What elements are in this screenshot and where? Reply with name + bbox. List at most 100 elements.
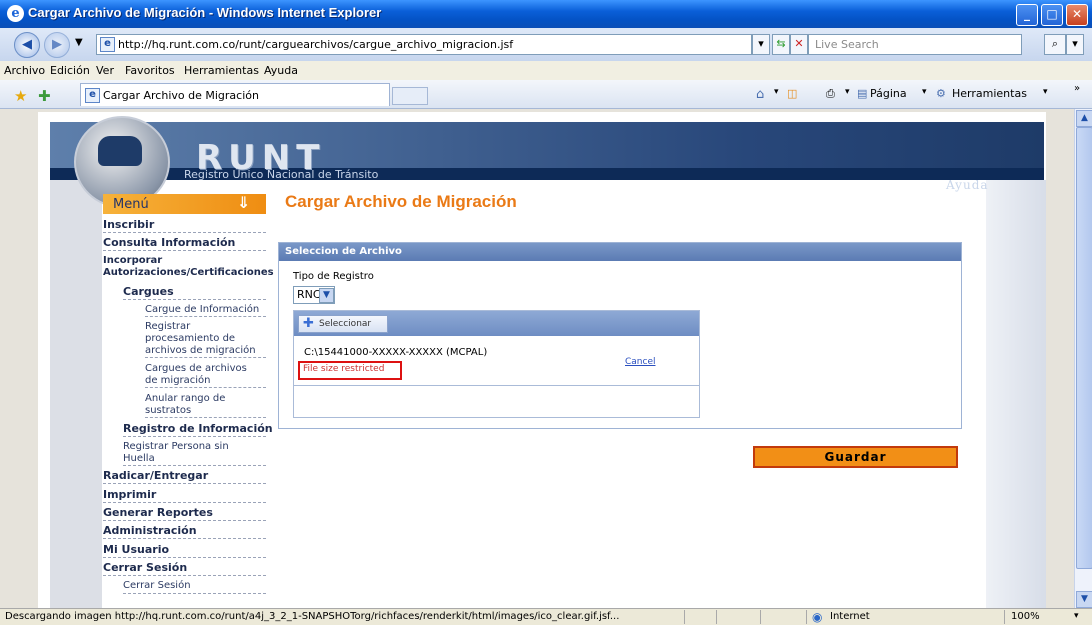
address-url[interactable]: http://hq.runt.com.co/runt/carguearchivo…: [118, 38, 513, 51]
sidebar-item-cerrar-sesion[interactable]: Cerrar Sesión: [103, 561, 187, 574]
sidebar-item-cargues-archivos-l1[interactable]: Cargues de archivos: [145, 363, 247, 374]
page-dropdown-icon[interactable]: ▾: [922, 87, 927, 97]
file-uploader: ✚ Seleccionar C:\15441000-XXXXX-XXXXX (M…: [293, 310, 700, 418]
plus-icon: ✚: [303, 316, 314, 331]
site-subtitle: Registro Único Nacional de Tránsito: [184, 168, 379, 181]
history-dropdown-icon[interactable]: ▼: [75, 37, 83, 48]
divider: [103, 557, 266, 558]
chevron-down-icon[interactable]: ▼: [319, 288, 334, 303]
tab-bar: ★ ✚ e Cargar Archivo de Migración ⌂ ▾ ◫ …: [0, 80, 1092, 109]
left-gutter: [50, 180, 102, 608]
add-favorites-icon[interactable]: ✚: [38, 87, 51, 105]
sidebar-item-mi-usuario[interactable]: Mi Usuario: [103, 543, 169, 556]
menu-archivo[interactable]: Archivo: [4, 64, 45, 77]
sidebar-item-registrar-l1[interactable]: Registrar: [145, 321, 190, 332]
menu-favoritos[interactable]: Favoritos: [125, 64, 175, 77]
vertical-scrollbar[interactable]: ▲ ▼: [1074, 109, 1092, 608]
search-options-button[interactable]: ▾: [1066, 34, 1084, 55]
scroll-up-icon[interactable]: ▲: [1076, 110, 1092, 127]
sidebar-item-radicar[interactable]: Radicar/Entregar: [103, 469, 208, 482]
select-file-button[interactable]: ✚ Seleccionar: [298, 315, 388, 333]
address-bar[interactable]: e http://hq.runt.com.co/runt/carguearchi…: [96, 34, 752, 55]
page-title: Cargar Archivo de Migración: [285, 192, 517, 211]
sidebar-item-registrar-persona-l1[interactable]: Registrar Persona sin: [123, 441, 229, 452]
home-icon[interactable]: ⌂: [756, 87, 764, 102]
close-button[interactable]: ✕: [1066, 4, 1088, 26]
tools-menu[interactable]: Herramientas: [952, 87, 1027, 100]
tipo-registro-value: RNC: [297, 288, 321, 301]
sidebar-item-incorporar[interactable]: Incorporar: [103, 255, 162, 266]
menu-bar: Archivo Edición Ver Favoritos Herramient…: [0, 61, 1092, 81]
sidebar-item-cerrar-sesion-sub[interactable]: Cerrar Sesión: [123, 580, 191, 591]
menu-header: Menú ⇓: [103, 193, 266, 214]
favorites-star-icon[interactable]: ★: [14, 87, 27, 105]
uploader-toolbar: ✚ Seleccionar: [294, 311, 699, 336]
sidebar-item-anular-l2[interactable]: sustratos: [145, 405, 191, 416]
maximize-button[interactable]: □: [1041, 4, 1063, 26]
home-dropdown-icon[interactable]: ▾: [774, 87, 779, 97]
zoom-dropdown-icon[interactable]: ▾: [1074, 611, 1079, 621]
print-dropdown-icon[interactable]: ▾: [845, 87, 850, 97]
refresh-button[interactable]: ⇆: [772, 34, 790, 55]
sidebar-item-cargue-informacion[interactable]: Cargue de Información: [145, 304, 259, 315]
divider: [103, 575, 266, 576]
sidebar-item-registro-informacion[interactable]: Registro de Información: [123, 422, 273, 435]
panel-header: Seleccion de Archivo: [279, 243, 961, 261]
address-dropdown-button[interactable]: ▾: [752, 34, 770, 55]
minimize-button[interactable]: _: [1016, 4, 1038, 26]
tools-dropdown-icon[interactable]: ▾: [1043, 87, 1048, 97]
cancel-link[interactable]: Cancel: [625, 357, 656, 367]
save-button[interactable]: Guardar: [753, 446, 958, 468]
page-menu-icon: ▤: [857, 87, 868, 100]
tab-active[interactable]: e Cargar Archivo de Migración: [80, 83, 390, 106]
divider: [145, 357, 266, 358]
tipo-registro-label: Tipo de Registro: [293, 271, 374, 282]
chevron-overflow-icon[interactable]: »: [1074, 83, 1080, 94]
divider: [145, 387, 266, 388]
tipo-registro-select[interactable]: RNC ▼: [293, 286, 335, 304]
menu-ver[interactable]: Ver: [96, 64, 114, 77]
sidebar-item-administracion[interactable]: Administración: [103, 524, 197, 537]
select-file-label: Seleccionar: [319, 319, 372, 329]
page-menu[interactable]: Página: [870, 87, 907, 100]
divider: [103, 232, 266, 233]
sidebar-item-registrar-l3[interactable]: archivos de migración: [145, 345, 256, 356]
tab-title: Cargar Archivo de Migración: [103, 89, 259, 102]
sidebar-item-cargues[interactable]: Cargues: [123, 285, 174, 298]
uploader-divider: [294, 385, 699, 386]
zoom-level[interactable]: 100%: [1011, 611, 1040, 622]
scroll-down-icon[interactable]: ▼: [1076, 591, 1092, 608]
help-link[interactable]: Ayuda: [946, 178, 989, 192]
search-input[interactable]: Live Search: [808, 34, 1022, 55]
sidebar-item-inscribir[interactable]: Inscribir: [103, 218, 154, 231]
menu-edicion[interactable]: Edición: [50, 64, 90, 77]
sidebar-item-consulta[interactable]: Consulta Información: [103, 236, 235, 249]
file-name: C:\15441000-XXXXX-XXXXX (MCPAL): [304, 347, 488, 358]
status-separator: [760, 610, 761, 624]
feeds-icon[interactable]: ◫: [787, 87, 797, 100]
sidebar-item-cargues-archivos-l2[interactable]: de migración: [145, 375, 211, 386]
menu-ayuda[interactable]: Ayuda: [264, 64, 298, 77]
sidebar-item-registrar-l2[interactable]: procesamiento de: [145, 333, 235, 344]
scroll-thumb[interactable]: [1076, 127, 1092, 569]
file-selection-panel: Seleccion de Archivo Tipo de Registro RN…: [278, 242, 962, 429]
address-toolbar: ◀ ▶ ▼ e http://hq.runt.com.co/runt/cargu…: [0, 28, 1092, 61]
stop-button[interactable]: ✕: [790, 34, 808, 55]
status-separator: [806, 610, 807, 624]
print-icon[interactable]: ⎙: [826, 87, 835, 101]
search-icon[interactable]: ⌕: [1044, 34, 1066, 55]
file-error-text: File size restricted: [303, 364, 385, 374]
sidebar-item-anular-l1[interactable]: Anular rango de: [145, 393, 225, 404]
back-button[interactable]: ◀: [14, 32, 40, 58]
divider: [145, 316, 266, 317]
sidebar-item-generar-reportes[interactable]: Generar Reportes: [103, 506, 213, 519]
security-zone: Internet: [830, 611, 870, 622]
divider: [103, 502, 266, 503]
sidebar-item-autorizaciones[interactable]: Autorizaciones/Certificaciones: [103, 267, 274, 278]
sidebar-item-imprimir[interactable]: Imprimir: [103, 488, 156, 501]
menu-herramientas[interactable]: Herramientas: [184, 64, 259, 77]
right-gutter: [986, 180, 1046, 608]
forward-button[interactable]: ▶: [44, 32, 70, 58]
new-tab-button[interactable]: [392, 87, 428, 105]
sidebar-item-registrar-persona-l2[interactable]: Huella: [123, 453, 155, 464]
